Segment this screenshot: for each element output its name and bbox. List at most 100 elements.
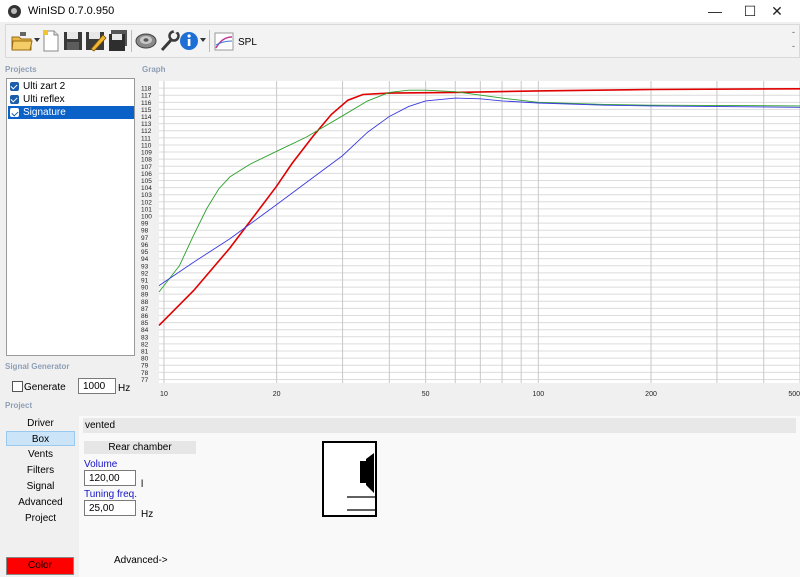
info-icon[interactable] [179,29,199,53]
project-checkbox[interactable] [10,95,19,104]
generator-frequency-input[interactable] [78,378,116,394]
y-tick-label: 114 [141,114,152,121]
new-document-icon[interactable] [42,29,60,53]
volume-unit: l [141,479,144,490]
window-title: WinISD 0.7.0.950 [28,5,115,17]
project-item[interactable]: Ulti zart 2 [8,80,134,93]
tuning-freq-input[interactable] [84,500,136,516]
toolbar-dash-top: - [792,27,795,37]
open-dropdown-icon[interactable] [34,38,40,42]
y-tick-label: 104 [141,185,152,192]
driver-magnet [360,461,366,483]
winisd-window: WinISD 0.7.0.950 — ☐ ✕ SPL - - Projects … [0,0,800,577]
y-tick-label: 84 [141,327,149,334]
project-name: Signature [23,107,66,118]
x-tick-label: 200 [645,391,657,398]
close-button[interactable]: ✕ [754,0,800,22]
project-item[interactable]: Ulti reflex [8,93,134,106]
y-tick-label: 95 [141,249,149,256]
plot-background [159,81,800,383]
y-tick-label: 107 [141,164,152,171]
y-tick-label: 110 [141,142,152,149]
nav-item-signal[interactable]: Signal [6,479,75,494]
toolbar-separator [131,30,132,52]
volume-label: Volume [84,459,118,470]
generate-checkbox[interactable] [12,381,23,392]
y-tick-label: 91 [141,277,149,284]
y-tick-label: 87 [141,306,149,313]
y-tick-label: 101 [141,206,152,213]
nav-item-filters[interactable]: Filters [6,463,75,478]
y-tick-label: 80 [141,356,149,363]
tools-wrench-icon[interactable] [158,29,180,53]
title-bar: WinISD 0.7.0.950 — ☐ ✕ [0,0,800,22]
projects-list[interactable]: Ulti zart 2 Ulti reflex Signature [6,78,135,356]
y-tick-label: 97 [141,235,149,242]
save-as-icon[interactable] [85,29,107,53]
y-tick-label: 115 [141,107,152,114]
project-item[interactable]: Signature [8,106,134,119]
info-dropdown-icon[interactable] [200,38,206,42]
y-tick-label: 108 [141,157,152,164]
generator-frequency-unit: Hz [118,383,131,394]
y-tick-label: 99 [141,221,149,228]
nav-item-project[interactable]: Project [6,511,75,526]
y-tick-label: 105 [141,178,152,185]
x-tick-label: 50 [422,391,430,398]
nav-item-box[interactable]: Box [6,431,75,446]
nav-item-vents[interactable]: Vents [6,447,75,462]
y-tick-label: 112 [141,128,152,135]
save-all-icon[interactable] [108,29,128,53]
spl-label[interactable]: SPL [238,37,257,48]
spl-graph[interactable]: 7778798081828384858687888990919293949596… [139,76,800,401]
y-tick-label: 109 [141,150,152,157]
y-tick-label: 93 [141,263,149,270]
projects-section-label: Projects [5,65,37,74]
y-tick-label: 85 [141,320,149,327]
y-tick-label: 86 [141,313,149,320]
y-tick-label: 89 [141,292,149,299]
y-tick-label: 83 [141,334,149,341]
y-tick-label: 100 [141,214,152,221]
rear-chamber-tab[interactable]: Rear chamber [84,441,196,454]
tuning-freq-label: Tuning freq. [84,489,137,500]
nav-item-driver[interactable]: Driver [6,416,75,431]
graph-section-label: Graph [142,65,166,74]
advanced-link[interactable]: Advanced-> [114,555,168,566]
color-button[interactable]: Color [6,557,74,575]
y-tick-label: 82 [141,341,149,348]
toolbar: SPL - - [5,24,800,58]
driver-speaker-icon[interactable] [135,29,157,53]
nav-item-advanced[interactable]: Advanced [6,495,75,510]
open-folder-icon[interactable] [11,29,33,53]
toolbar-separator [209,30,210,52]
y-tick-label: 88 [141,299,149,306]
app-logo-icon [8,5,21,18]
spl-graph-icon[interactable] [214,29,236,53]
y-tick-label: 78 [141,370,149,377]
project-section-label: Project [5,401,33,410]
tuning-freq-unit: Hz [141,509,154,520]
project-name: Ulti reflex [23,94,65,105]
box-type-select[interactable]: vented [83,418,796,433]
y-tick-label: 102 [141,199,152,206]
project-checkbox[interactable] [10,82,19,91]
y-tick-label: 103 [141,192,152,199]
x-tick-label: 500 [788,391,800,398]
y-tick-label: 118 [141,86,152,93]
y-tick-label: 116 [141,100,152,107]
x-tick-label: 20 [273,391,281,398]
generate-label: Generate [24,382,66,393]
x-tick-label: 10 [160,391,168,398]
y-tick-label: 77 [141,377,149,384]
signal-generator-section-label: Signal Generator [5,362,70,371]
volume-input[interactable] [84,470,136,486]
y-tick-label: 81 [141,349,149,356]
project-checkbox[interactable] [10,108,19,117]
save-icon[interactable] [63,29,83,53]
y-tick-label: 111 [141,135,151,142]
graph-panel[interactable]: 77 78 79 80 81 82 83 84 85 86 87 88 89 90 91 92 93 94 95 96… [139,76,800,401]
project-name: Ulti zart 2 [23,81,66,92]
y-tick-label: 90 [141,285,149,292]
x-tick-label: 100 [532,391,544,398]
